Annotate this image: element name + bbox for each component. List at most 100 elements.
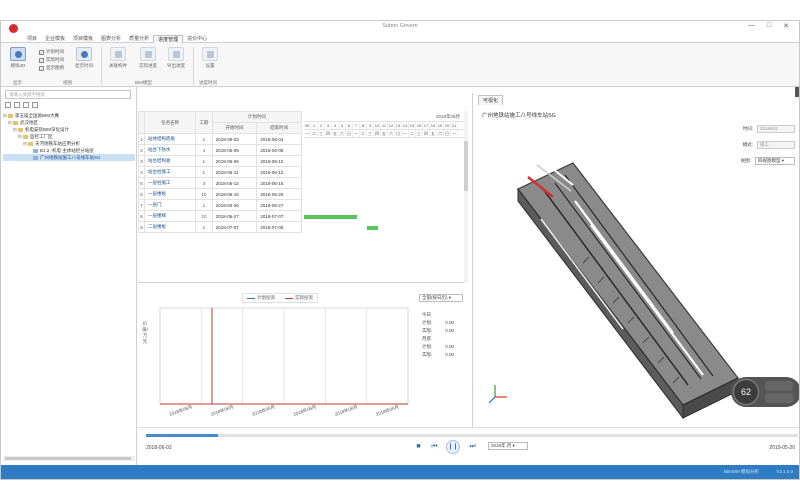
- gantt-row[interactable]: 2 站台下防水 4 2018-06-05 2018-06-08: [138, 144, 302, 156]
- tree-horizontal-scrollbar[interactable]: [3, 456, 135, 461]
- gantt-row[interactable]: 5 一层柱施工 3 2018-06-12 2018-06-15: [138, 177, 302, 189]
- gantt-cell-end: 2018-06-12: [256, 166, 302, 178]
- tree-node-label: 天河地铁车站应用分析: [35, 141, 80, 146]
- zoom-in-button[interactable]: [765, 381, 793, 391]
- menu-tab-1[interactable]: 企业模板: [41, 35, 69, 43]
- collapse-all-icon[interactable]: [14, 102, 20, 108]
- menu-tab-6[interactable]: 造价中心: [183, 35, 211, 43]
- menu-tab-0[interactable]: 项目: [23, 35, 41, 43]
- gantt-cell-end: 2018-06-10: [256, 155, 302, 167]
- ribbon-group-view: 视图: [63, 80, 72, 85]
- previous-button[interactable]: ⏮: [430, 443, 439, 451]
- x-tick-label: 2018年06月: [210, 403, 235, 418]
- timeline-weekday: 四: [424, 130, 430, 137]
- gantt-task-bar[interactable]: [304, 215, 357, 219]
- settings-button[interactable]: 设置: [199, 47, 221, 69]
- minimize-button[interactable]: —: [748, 22, 755, 30]
- timeline-day: 12: [388, 122, 395, 129]
- speed-select[interactable]: 2018年 月 ▾: [488, 442, 528, 450]
- tree-node[interactable]: B1.2 -机电 主体站控分站层: [3, 147, 135, 154]
- tree-node-label: 机电安装BIM深化设计: [25, 127, 69, 132]
- timeline-weekday: 一: [403, 130, 409, 137]
- folder-icon: [13, 120, 18, 125]
- col-end[interactable]: 结束时间: [256, 122, 302, 134]
- gantt-cell-start: 2018-06-03: [211, 133, 258, 145]
- gantt-row[interactable]: 6 一层楼板 10 2018-06-15 2018-06-25: [138, 188, 302, 200]
- gantt-cell-duration: 3: [195, 177, 213, 189]
- play-pause-button[interactable]: ❙❙: [446, 440, 460, 454]
- gantt-cell-name: 一层楼板: [143, 188, 197, 200]
- playback-bar: 2018-06-03 ■ ⏮ ❙❙ ⏭ 2018年 月 ▾ 2019-05-20: [138, 427, 799, 465]
- timeline-day: 19: [437, 122, 444, 129]
- gear-icon: [202, 47, 218, 61]
- timeline-day: 16: [416, 122, 423, 129]
- checkbox-plan-time[interactable]: ✓ 计划时间: [39, 49, 64, 55]
- tree-node[interactable]: ⊟ 第五届全国质BIM大赛: [3, 112, 135, 119]
- export-progress-button[interactable]: 导出进度: [163, 47, 189, 69]
- actual-progress-button[interactable]: 实际进度: [135, 47, 161, 69]
- menu-tab-2[interactable]: 项目模板: [69, 35, 97, 43]
- gantt-cell-end: 2018-06-27: [256, 199, 302, 211]
- status-bar: BimSIM 模拟分析 V3.1.0.0: [1, 465, 799, 479]
- timeline-day: 21: [451, 122, 458, 129]
- menu-tab-5[interactable]: 进度管理: [153, 35, 184, 43]
- tree-node[interactable]: ⊟ 机电安装BIM深化设计: [3, 126, 135, 133]
- next-button[interactable]: ⏭: [468, 443, 477, 451]
- col-start[interactable]: 开始时间: [211, 122, 258, 134]
- col-task-name[interactable]: 任务名称: [143, 111, 197, 134]
- folder-icon: [28, 141, 33, 146]
- maximize-button[interactable]: □: [767, 22, 771, 30]
- timeline-weekday: 一: [452, 130, 458, 137]
- refresh-icon[interactable]: [23, 102, 29, 108]
- gantt-row[interactable]: 9 二层楼板 1 2018-07-07 2018-07-08: [138, 221, 302, 233]
- project-tree-panel: 请输入关键字搜索 ⊟ 第五届全国质BIM大赛 ⊟ 武汉地区 ⊟ 机电安装BIM深化设计 ⊟ 监…: [1, 87, 137, 465]
- investment-chart: 价值/万元 计划投资 实际投资 全部(按日历) ▾ 2018年06月 2018年0…: [138, 286, 468, 436]
- model-file-icon: [33, 155, 38, 160]
- gantt-row[interactable]: 8 一层楼梯 10 2018-06-27 2018-07-07: [138, 210, 302, 222]
- close-button[interactable]: ✕: [783, 22, 789, 30]
- gantt-cell-end: 2018-06-15: [256, 177, 302, 189]
- search-input[interactable]: 请输入关键字搜索: [5, 90, 131, 99]
- stop-button[interactable]: ■: [414, 443, 423, 450]
- link-components-button[interactable]: 关联构件: [105, 47, 131, 69]
- gantt-scrollbar[interactable]: [464, 111, 468, 283]
- timeline-day: 10: [374, 122, 381, 129]
- gantt-row[interactable]: 4 站台柱施工 1 2018-06-11 2018-06-12: [138, 166, 302, 178]
- gantt-task-bar[interactable]: [367, 226, 378, 230]
- timeline-day: 11: [381, 122, 388, 129]
- gantt-cell-duration: 4: [195, 144, 213, 156]
- timeline-weekday: 日: [347, 130, 353, 137]
- zoom-control[interactable]: 62: [731, 377, 799, 407]
- menu-tab-4[interactable]: 质量分析: [125, 35, 153, 43]
- timeline-slider[interactable]: [146, 434, 798, 437]
- filter-icon[interactable]: [32, 102, 38, 108]
- simulate-4d-button[interactable]: 模拟4D: [7, 47, 29, 69]
- stats-row: 计划: 0.00: [422, 320, 454, 325]
- right-edge-scrollbar[interactable]: [795, 87, 799, 97]
- checkbox-show-legend[interactable]: ✓ 显示图例: [39, 65, 64, 71]
- timeline-day: 7: [353, 122, 360, 129]
- tree-node[interactable]: ⊟ 天河地铁车站应用分析: [3, 140, 135, 147]
- timeline-weekday: 日: [445, 130, 451, 137]
- export-icon: [168, 47, 184, 61]
- gantt-row[interactable]: 7 一层门 1 2018-06-26 2018-06-27: [138, 199, 302, 211]
- gantt-cell-duration: 1: [195, 221, 213, 233]
- stats-row: 实际: 0.00: [422, 352, 454, 357]
- tree-node[interactable]: 广州地铁站施工八号线车站SG: [3, 154, 135, 161]
- model-4d-icon: [10, 47, 26, 61]
- gantt-row[interactable]: 3 站台结构板 1 2018-06-09 2018-06-10: [138, 155, 302, 167]
- zoom-value: 62: [733, 379, 759, 405]
- gantt-row[interactable]: 1 站体结构底板 1 2018-06-03 2018-06-04: [138, 133, 302, 145]
- show-time-button[interactable]: 显示时间: [71, 47, 97, 69]
- gantt-cell-name: 站体结构底板: [143, 133, 197, 145]
- expand-all-icon[interactable]: [5, 102, 11, 108]
- tree-node[interactable]: ⊟ 武汉地区: [3, 119, 135, 126]
- tree-node[interactable]: ⊟ 监控工厂区: [3, 133, 135, 140]
- menu-tab-3[interactable]: 图表分析: [97, 35, 125, 43]
- app-title: Subon Govern: [382, 23, 418, 29]
- checkbox-actual-time[interactable]: ✓ 实际时间: [39, 57, 64, 63]
- zoom-out-button[interactable]: [765, 393, 793, 403]
- timeline-day: 4: [332, 122, 339, 129]
- timeline-day: 2: [318, 122, 325, 129]
- col-duration[interactable]: 工期: [195, 111, 213, 134]
